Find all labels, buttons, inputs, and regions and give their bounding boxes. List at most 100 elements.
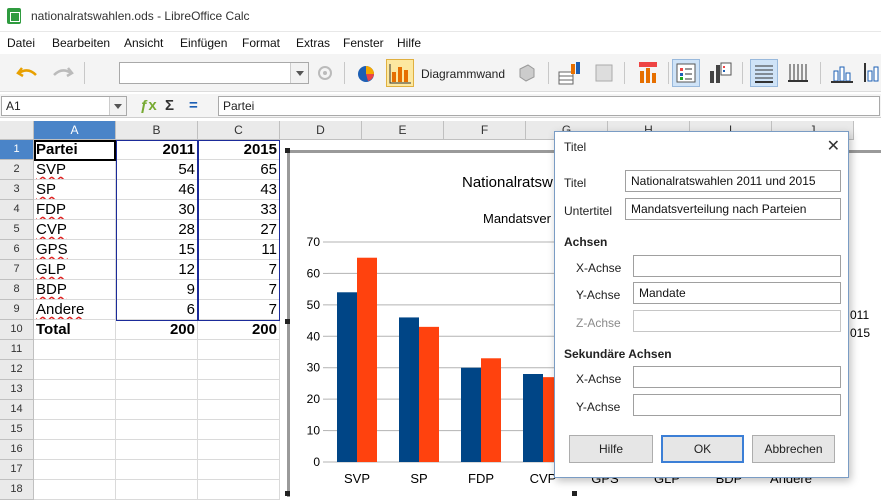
legend-entry[interactable]: 015 bbox=[850, 326, 870, 340]
y-tick-label[interactable]: 30 bbox=[307, 361, 321, 375]
row-header-17[interactable]: 17 bbox=[0, 460, 34, 480]
column-header-a[interactable]: A bbox=[34, 121, 116, 140]
x-tick-label[interactable]: SVP bbox=[344, 471, 370, 486]
chart-wall-button[interactable] bbox=[386, 59, 414, 87]
chart-title[interactable]: Nationalratsw bbox=[462, 174, 553, 191]
function-wizard-icon[interactable]: ƒx bbox=[140, 97, 157, 114]
cancel-button[interactable]: Abbrechen bbox=[752, 435, 835, 463]
cell-b14[interactable] bbox=[116, 400, 198, 420]
ok-button[interactable]: OK bbox=[661, 435, 744, 463]
x-axis-button[interactable] bbox=[828, 59, 856, 87]
sum-icon[interactable]: Σ bbox=[165, 97, 174, 114]
secondary-x-axis-input[interactable] bbox=[633, 366, 841, 388]
secondary-y-axis-input[interactable] bbox=[633, 394, 841, 416]
y-tick-label[interactable]: 60 bbox=[307, 266, 321, 280]
row-header-15[interactable]: 15 bbox=[0, 420, 34, 440]
bar-2015-svp[interactable] bbox=[357, 257, 377, 462]
row-header-8[interactable]: 8 bbox=[0, 280, 34, 300]
cell-a15[interactable] bbox=[34, 420, 116, 440]
row-header-13[interactable]: 13 bbox=[0, 380, 34, 400]
chevron-down-icon[interactable] bbox=[290, 63, 308, 83]
cell-a12[interactable] bbox=[34, 360, 116, 380]
cell-b16[interactable] bbox=[116, 440, 198, 460]
y-tick-label[interactable]: 10 bbox=[307, 424, 321, 438]
row-header-11[interactable]: 11 bbox=[0, 340, 34, 360]
row-header-6[interactable]: 6 bbox=[0, 240, 34, 260]
row-header-2[interactable]: 2 bbox=[0, 160, 34, 180]
name-box[interactable]: A1 bbox=[1, 96, 127, 116]
legend-entry[interactable]: 011 bbox=[850, 308, 869, 322]
cell-a6[interactable]: GPS bbox=[34, 240, 116, 260]
chart-subtitle[interactable]: Mandatsver bbox=[483, 211, 552, 226]
bar-2011-fdp[interactable] bbox=[461, 367, 481, 462]
help-button[interactable]: Hilfe bbox=[569, 435, 653, 463]
menu-ansicht[interactable]: Ansicht bbox=[124, 36, 163, 50]
row-header-12[interactable]: 12 bbox=[0, 360, 34, 380]
cell-a14[interactable] bbox=[34, 400, 116, 420]
y-tick-label[interactable]: 50 bbox=[307, 298, 321, 312]
cell-b15[interactable] bbox=[116, 420, 198, 440]
menu-bearbeiten[interactable]: Bearbeiten bbox=[52, 36, 110, 50]
cell-a16[interactable] bbox=[34, 440, 116, 460]
resize-handle[interactable] bbox=[285, 148, 290, 153]
chart-type-button[interactable] bbox=[352, 59, 380, 87]
y-tick-label[interactable]: 70 bbox=[307, 235, 321, 249]
x-tick-label[interactable]: SP bbox=[410, 471, 427, 486]
cell-a7[interactable]: GLP bbox=[34, 260, 116, 280]
x-tick-label[interactable]: CVP bbox=[530, 471, 557, 486]
menu-fenster[interactable]: Fenster bbox=[343, 36, 384, 50]
row-header-16[interactable]: 16 bbox=[0, 440, 34, 460]
cell-c16[interactable] bbox=[198, 440, 280, 460]
format-selection-button[interactable] bbox=[311, 59, 339, 87]
cell-c10[interactable]: 200 bbox=[198, 320, 280, 340]
cell-a2[interactable]: SVP bbox=[34, 160, 116, 180]
menu-datei[interactable]: Datei bbox=[7, 36, 35, 50]
insert-titles-button[interactable] bbox=[634, 59, 662, 87]
row-header-1[interactable]: 1 bbox=[0, 140, 34, 160]
cell-c14[interactable] bbox=[198, 400, 280, 420]
insert-legend-button[interactable] bbox=[706, 59, 734, 87]
subtitle-input[interactable]: Mandatsverteilung nach Parteien bbox=[625, 198, 841, 220]
bar-2011-sp[interactable] bbox=[399, 317, 419, 462]
close-icon[interactable]: ✕ bbox=[827, 136, 840, 156]
horizontal-grids-button[interactable] bbox=[750, 59, 778, 87]
y-axis-button[interactable] bbox=[860, 59, 881, 87]
column-header-f[interactable]: F bbox=[444, 121, 526, 140]
cell-a9[interactable]: Andere bbox=[34, 300, 116, 320]
row-header-7[interactable]: 7 bbox=[0, 260, 34, 280]
cell-a8[interactable]: BDP bbox=[34, 280, 116, 300]
cell-b17[interactable] bbox=[116, 460, 198, 480]
cell-a18[interactable] bbox=[34, 480, 116, 500]
cell-c12[interactable] bbox=[198, 360, 280, 380]
data-table-button[interactable] bbox=[556, 59, 584, 87]
cell-c15[interactable] bbox=[198, 420, 280, 440]
row-header-9[interactable]: 9 bbox=[0, 300, 34, 320]
cell-a4[interactable]: FDP bbox=[34, 200, 116, 220]
y-tick-label[interactable]: 0 bbox=[313, 455, 320, 469]
cell-b18[interactable] bbox=[116, 480, 198, 500]
row-header-5[interactable]: 5 bbox=[0, 220, 34, 240]
cell-b13[interactable] bbox=[116, 380, 198, 400]
cell-a13[interactable] bbox=[34, 380, 116, 400]
column-header-e[interactable]: E bbox=[362, 121, 444, 140]
cell-a3[interactable]: SP bbox=[34, 180, 116, 200]
y-axis-input[interactable]: Mandate bbox=[633, 282, 841, 304]
row-header-10[interactable]: 10 bbox=[0, 320, 34, 340]
cell-c17[interactable] bbox=[198, 460, 280, 480]
3d-view-button[interactable] bbox=[512, 59, 540, 87]
cell-a11[interactable] bbox=[34, 340, 116, 360]
column-header-d[interactable]: D bbox=[280, 121, 362, 140]
cell-a5[interactable]: CVP bbox=[34, 220, 116, 240]
bar-2011-svp[interactable] bbox=[337, 292, 357, 462]
menu-einfuegen[interactable]: Einfügen bbox=[180, 36, 227, 50]
menu-hilfe[interactable]: Hilfe bbox=[397, 36, 421, 50]
cell-a10[interactable]: Total bbox=[34, 320, 116, 340]
legend-on-off-button[interactable] bbox=[672, 59, 700, 87]
row-header-18[interactable]: 18 bbox=[0, 480, 34, 500]
resize-handle[interactable] bbox=[285, 491, 290, 496]
cell-b10[interactable]: 200 bbox=[116, 320, 198, 340]
select-all-corner[interactable] bbox=[0, 121, 34, 140]
menu-extras[interactable]: Extras bbox=[296, 36, 330, 50]
cell-c13[interactable] bbox=[198, 380, 280, 400]
menu-format[interactable]: Format bbox=[242, 36, 280, 50]
